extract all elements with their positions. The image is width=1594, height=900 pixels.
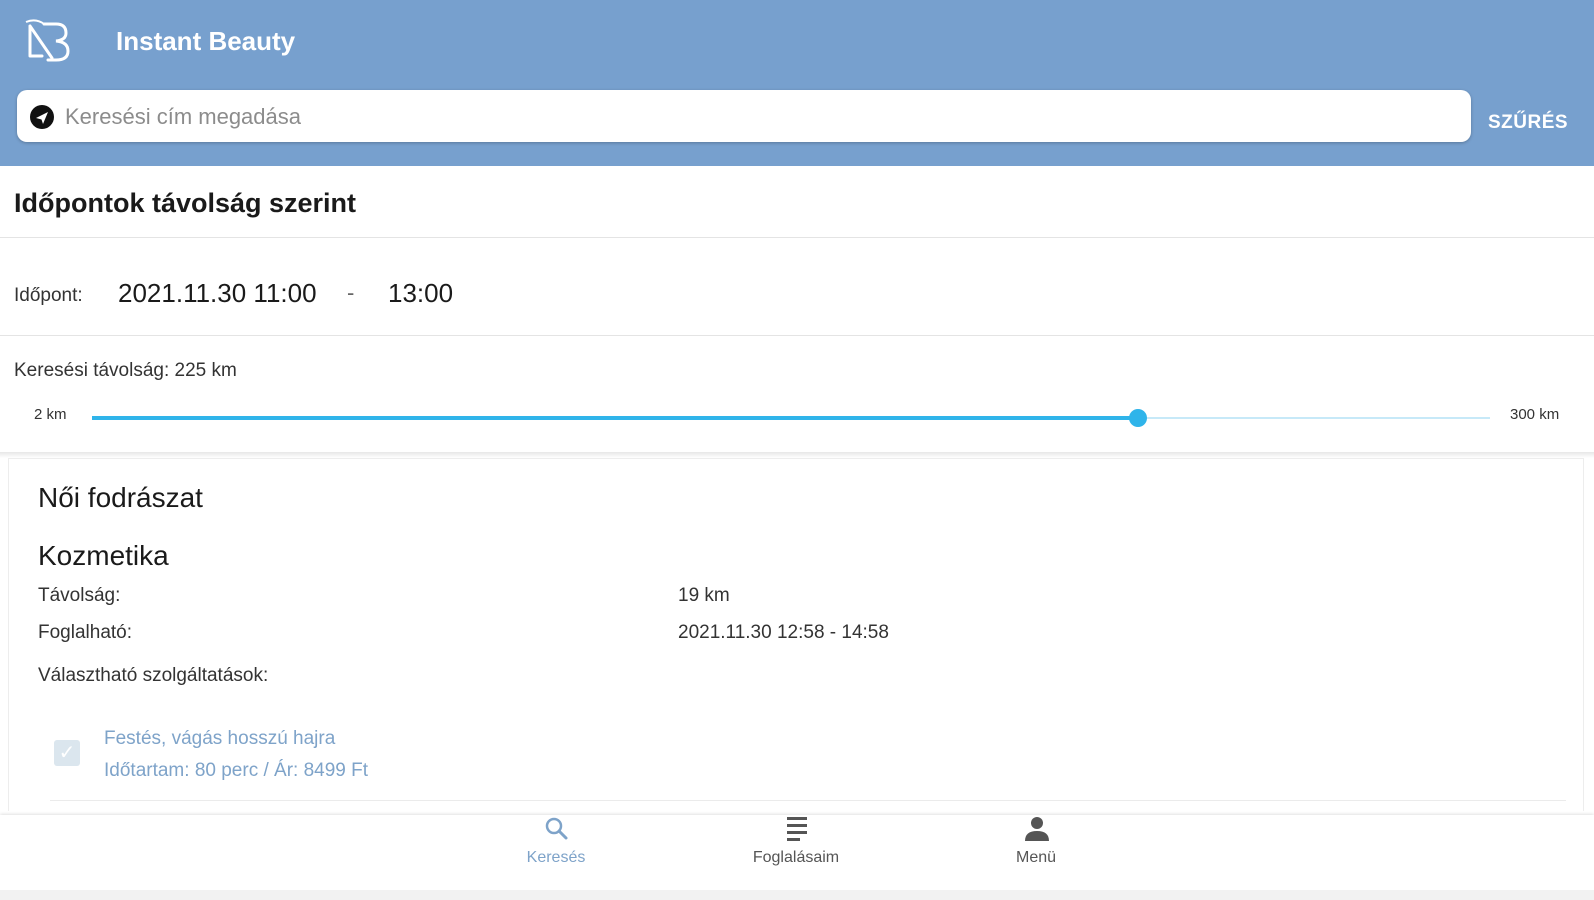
nav-item-search[interactable]: Keresés [486, 815, 626, 885]
service-checkbox[interactable]: ✓ [54, 740, 80, 766]
distance-value: 19 km [678, 585, 730, 606]
search-distance-text: Keresési távolság: 225 km [14, 360, 237, 381]
service-detail: Időtartam: 80 perc / Ár: 8499 Ft [104, 760, 369, 781]
nav-label: Keresés [526, 849, 586, 866]
nav-label: Menü [1015, 849, 1057, 866]
distance-label: Távolság: [38, 585, 121, 606]
time-separator: - [347, 280, 355, 305]
bottom-strip [0, 890, 1594, 900]
divider [0, 335, 1594, 336]
app-title: Instant Beauty [116, 26, 296, 56]
time-start[interactable]: 2021.11.30 11:00 [118, 278, 317, 309]
search-box[interactable] [17, 90, 1471, 142]
person-icon [1025, 817, 1049, 841]
salon-name: Női fodrászat [38, 482, 203, 513]
search-input[interactable] [63, 98, 1447, 136]
section-title: Időpontok távolság szerint [14, 188, 357, 218]
bottom-nav: Keresés Foglalásaim Menü [0, 815, 1594, 900]
list-icon [787, 817, 807, 841]
divider [0, 237, 1594, 238]
slider-min-label: 2 km [34, 406, 67, 423]
time-label: Időpont: [14, 285, 83, 306]
time-end[interactable]: 13:00 [388, 278, 453, 309]
slider-fill [92, 416, 1138, 420]
service-name: Festés, vágás hosszú hajra [104, 728, 336, 749]
service-option[interactable]: ✓ Festés, vágás hosszú hajra Időtartam: … [50, 728, 550, 788]
app-logo-icon [25, 19, 70, 62]
search-icon [545, 817, 568, 840]
nav-item-bookings[interactable]: Foglalásaim [726, 815, 866, 885]
navigation-arrow-icon[interactable] [29, 104, 55, 130]
available-label: Foglalható: [38, 622, 133, 643]
slider-thumb[interactable] [1129, 409, 1147, 427]
divider [50, 800, 1566, 801]
distance-slider[interactable] [92, 409, 1490, 427]
services-label: Választható szolgáltatások: [38, 665, 269, 686]
nav-label: Foglalásaim [752, 849, 840, 866]
available-value: 2021.11.30 12:58 - 14:58 [678, 622, 889, 643]
slider-max-label: 300 km [1510, 406, 1560, 423]
app-header: Instant Beauty SZŰRÉS [0, 0, 1594, 166]
nav-item-menu[interactable]: Menü [966, 815, 1106, 885]
service-category: Kozmetika [38, 540, 169, 571]
filter-button[interactable]: SZŰRÉS [1488, 112, 1588, 142]
